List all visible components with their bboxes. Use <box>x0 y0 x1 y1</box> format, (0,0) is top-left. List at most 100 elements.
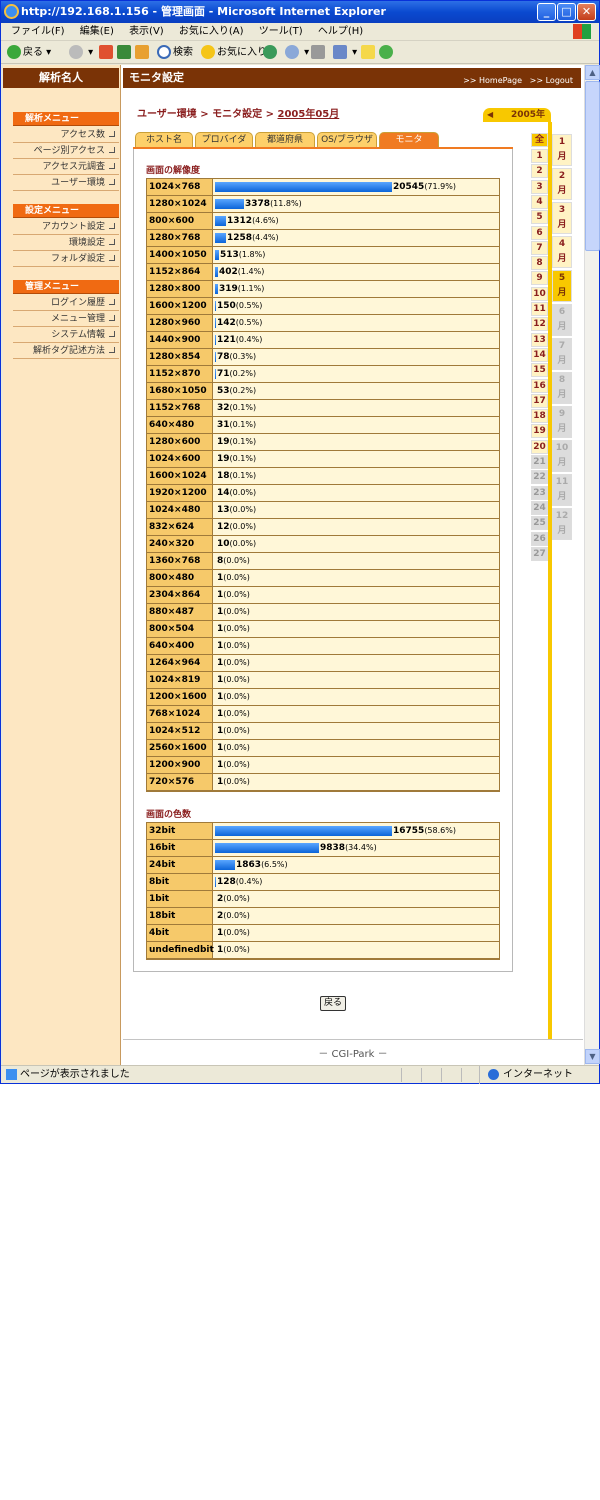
calendar-month-number: 10 <box>555 443 569 453</box>
history-button[interactable] <box>263 45 279 61</box>
tab-prefecture[interactable]: 都道府県 <box>255 132 315 148</box>
calendar-month[interactable]: 8月 <box>552 372 572 404</box>
tab-provider[interactable]: プロバイダ <box>195 132 253 148</box>
col-bar <box>215 826 392 836</box>
minimize-button[interactable]: _ <box>537 3 556 21</box>
calendar-month[interactable]: 12 月 <box>552 508 572 540</box>
calendar-day[interactable]: 13 <box>531 332 548 347</box>
res-value: 1(0.0%) <box>217 621 250 637</box>
calendar-day[interactable]: 11 <box>531 302 548 316</box>
calendar-day[interactable]: 22 <box>531 470 548 485</box>
forward-toolbar-button[interactable]: ▾ <box>69 45 93 61</box>
refresh-button[interactable] <box>117 45 133 61</box>
calendar-day[interactable]: 15 <box>531 363 548 378</box>
breadcrumb-monitor[interactable]: モニタ設定 <box>212 109 262 120</box>
vertical-scrollbar[interactable]: ▲ ▼ <box>584 65 600 1065</box>
homepage-link[interactable]: >> HomePage <box>463 76 522 85</box>
breadcrumb-user-env[interactable]: ユーザー環境 <box>137 109 197 120</box>
breadcrumb-month[interactable]: 2005年05月 <box>278 109 340 120</box>
search-toolbar-button[interactable]: 検索 <box>157 45 193 61</box>
calendar-day[interactable]: 21 <box>531 455 548 469</box>
calendar-all[interactable]: 全 <box>531 133 548 147</box>
calendar-day[interactable]: 20 <box>531 439 548 454</box>
calendar-day[interactable]: 16 <box>531 378 548 393</box>
mail-button[interactable]: ▾ <box>285 45 309 61</box>
calendar-day[interactable]: 2 <box>531 164 548 179</box>
sidebar-item-tag-howto[interactable]: 解析タグ記述方法 <box>13 343 119 359</box>
scroll-thumb[interactable] <box>585 81 600 251</box>
prev-year-icon[interactable]: ◀ <box>487 108 493 122</box>
sidebar-item-user-env[interactable]: ユーザー環境 <box>13 175 119 191</box>
home-button[interactable] <box>135 45 151 61</box>
tab-hostname[interactable]: ホスト名 <box>135 132 193 148</box>
print-button[interactable] <box>311 45 327 61</box>
calendar-day[interactable]: 4 <box>531 194 548 209</box>
calendar-month[interactable]: 9月 <box>552 406 572 438</box>
calendar-day[interactable]: 26 <box>531 531 548 546</box>
menu-tools[interactable]: ツール(T) <box>259 26 303 37</box>
calendar-day[interactable]: 3 <box>531 179 548 194</box>
calendar-day[interactable]: 18 <box>531 409 548 424</box>
menu-edit[interactable]: 編集(E) <box>80 26 114 37</box>
sidebar-item-system-info[interactable]: システム情報 <box>13 327 119 343</box>
maximize-button[interactable]: □ <box>557 3 576 21</box>
calendar-day[interactable]: 27 <box>531 546 548 561</box>
menu-help[interactable]: ヘルプ(H) <box>318 26 363 37</box>
menu-view[interactable]: 表示(V) <box>129 26 164 37</box>
calendar-day[interactable]: 9 <box>531 271 548 286</box>
calendar-day[interactable]: 14 <box>531 347 548 362</box>
calendar-month[interactable]: 1月 <box>552 134 572 166</box>
sidebar-item-menu-manage[interactable]: メニュー管理 <box>13 311 119 327</box>
res-count: 150 <box>217 301 236 311</box>
close-button[interactable]: ✕ <box>577 3 596 21</box>
sidebar-item-folder[interactable]: フォルダ設定 <box>13 251 119 267</box>
favorites-toolbar-button[interactable]: お気に入り <box>201 45 267 61</box>
calendar-month[interactable]: 4月 <box>552 236 572 268</box>
discuss-button[interactable] <box>361 45 377 61</box>
scroll-down-icon[interactable]: ▼ <box>585 1049 600 1064</box>
calendar-day[interactable]: 5 <box>531 210 548 225</box>
calendar-month[interactable]: 7月 <box>552 338 572 370</box>
back-button[interactable]: 戻る <box>320 996 346 1011</box>
messenger-button[interactable] <box>379 45 395 61</box>
calendar-month[interactable]: 10 月 <box>552 440 572 472</box>
menu-favorites[interactable]: お気に入り(A) <box>179 26 244 37</box>
menu-head-admin: 管理メニュー <box>13 280 119 294</box>
calendar-month[interactable]: 5月 <box>552 270 572 302</box>
stop-button[interactable] <box>99 45 115 61</box>
calendar-day[interactable]: 12 <box>531 317 548 332</box>
back-toolbar-button[interactable]: 戻る ▾ <box>7 45 51 61</box>
calendar-day[interactable]: 6 <box>531 225 548 240</box>
calendar-day[interactable]: 8 <box>531 256 548 271</box>
year-selector[interactable]: ◀ 2005年 <box>483 108 551 122</box>
sidebar-item-access-count[interactable]: アクセス数 <box>13 127 119 143</box>
res-label: 1152×864 <box>147 264 213 280</box>
calendar-day[interactable]: 23 <box>531 485 548 500</box>
sidebar-item-environment[interactable]: 環境設定 <box>13 235 119 251</box>
calendar-month[interactable]: 6月 <box>552 304 572 336</box>
sidebar-item-referrer[interactable]: アクセス元調査 <box>13 159 119 175</box>
logout-link[interactable]: >> Logout <box>530 76 573 85</box>
tab-os-browser[interactable]: OS/ブラウザ <box>317 132 377 148</box>
sidebar-item-account[interactable]: アカウント設定 <box>13 219 119 235</box>
res-bar <box>215 318 216 328</box>
res-percent: (0.2%) <box>229 386 257 395</box>
calendar-day[interactable]: 25 <box>531 516 548 531</box>
calendar-month[interactable]: 11 月 <box>552 474 572 506</box>
calendar-day[interactable]: 1 <box>531 149 548 163</box>
menu-file[interactable]: ファイル(F) <box>11 26 65 37</box>
sidebar-item-page-access[interactable]: ページ別アクセス <box>13 143 119 159</box>
scroll-up-icon[interactable]: ▲ <box>585 65 600 80</box>
res-label: 1264×964 <box>147 655 213 671</box>
calendar-day[interactable]: 7 <box>531 240 548 255</box>
calendar-month[interactable]: 2月 <box>552 168 572 200</box>
calendar-month[interactable]: 3月 <box>552 202 572 234</box>
res-count: 19 <box>217 437 230 447</box>
edit-button[interactable]: ▾ <box>333 45 357 61</box>
sidebar-item-login-history[interactable]: ログイン履歴 <box>13 295 119 311</box>
tab-monitor[interactable]: モニタ <box>379 132 439 148</box>
calendar-day[interactable]: 19 <box>531 424 548 439</box>
calendar-day[interactable]: 10 <box>531 286 548 301</box>
calendar-day[interactable]: 17 <box>531 393 548 408</box>
calendar-day[interactable]: 24 <box>531 500 548 515</box>
